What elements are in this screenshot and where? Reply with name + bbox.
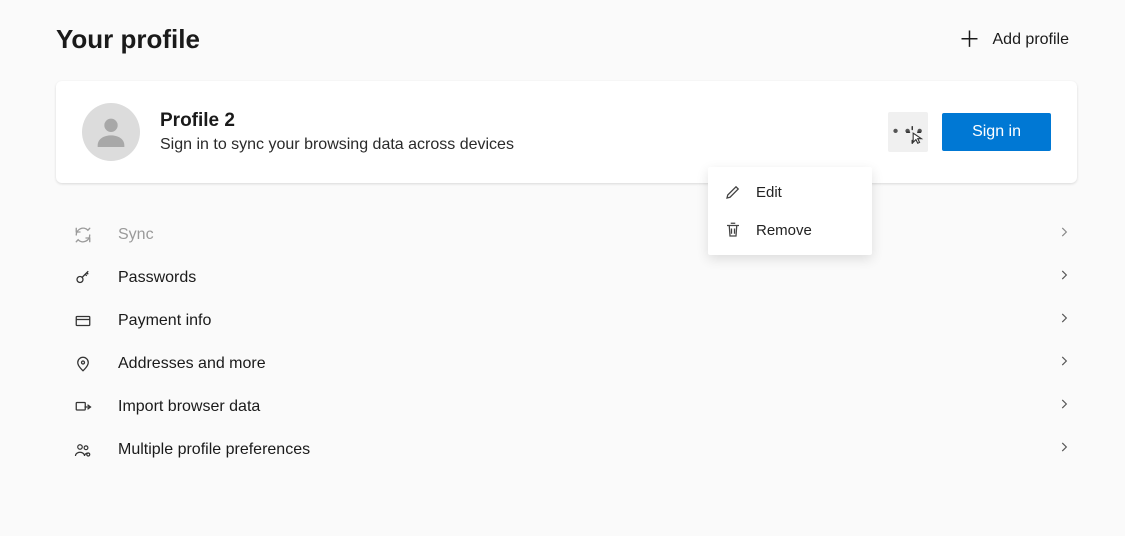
chevron-right-icon bbox=[1057, 225, 1071, 244]
sync-icon bbox=[70, 226, 96, 244]
page-title: Your profile bbox=[56, 24, 200, 55]
sync-label: Sync bbox=[118, 226, 1057, 244]
add-profile-label: Add profile bbox=[993, 31, 1070, 49]
plus-icon: ＋ bbox=[958, 29, 980, 51]
import-icon bbox=[70, 398, 96, 416]
pencil-icon bbox=[724, 183, 742, 201]
more-options-icon: • • • bbox=[893, 124, 924, 140]
passwords-row[interactable]: Passwords bbox=[56, 256, 1077, 299]
profile-options-dropdown: Edit Remove bbox=[708, 167, 872, 255]
import-data-row[interactable]: Import browser data bbox=[56, 385, 1077, 428]
people-icon bbox=[70, 441, 96, 459]
profile-subtitle: Sign in to sync your browsing data acros… bbox=[160, 136, 888, 154]
profile-card: Profile 2 Sign in to sync your browsing … bbox=[56, 81, 1077, 183]
profile-name: Profile 2 bbox=[160, 110, 888, 132]
import-data-label: Import browser data bbox=[118, 398, 1057, 416]
add-profile-button[interactable]: ＋ Add profile bbox=[950, 25, 1077, 55]
more-options-button[interactable]: • • • bbox=[888, 112, 928, 152]
payment-info-label: Payment info bbox=[118, 312, 1057, 330]
edit-label: Edit bbox=[756, 184, 782, 201]
chevron-right-icon bbox=[1057, 354, 1071, 373]
sync-row[interactable]: Sync bbox=[56, 213, 1077, 256]
addresses-row[interactable]: Addresses and more bbox=[56, 342, 1077, 385]
chevron-right-icon bbox=[1057, 397, 1071, 416]
chevron-right-icon bbox=[1057, 311, 1071, 330]
passwords-label: Passwords bbox=[118, 269, 1057, 287]
key-icon bbox=[70, 269, 96, 287]
edit-menu-item[interactable]: Edit bbox=[708, 173, 872, 211]
chevron-right-icon bbox=[1057, 440, 1071, 459]
multiple-profile-label: Multiple profile preferences bbox=[118, 441, 1057, 459]
remove-label: Remove bbox=[756, 222, 812, 239]
trash-icon bbox=[724, 221, 742, 239]
chevron-right-icon bbox=[1057, 268, 1071, 287]
location-icon bbox=[70, 355, 96, 373]
signin-button[interactable]: Sign in bbox=[942, 113, 1051, 151]
card-icon bbox=[70, 312, 96, 330]
multiple-profile-row[interactable]: Multiple profile preferences bbox=[56, 428, 1077, 471]
remove-menu-item[interactable]: Remove bbox=[708, 211, 872, 249]
payment-info-row[interactable]: Payment info bbox=[56, 299, 1077, 342]
addresses-label: Addresses and more bbox=[118, 355, 1057, 373]
avatar bbox=[82, 103, 140, 161]
